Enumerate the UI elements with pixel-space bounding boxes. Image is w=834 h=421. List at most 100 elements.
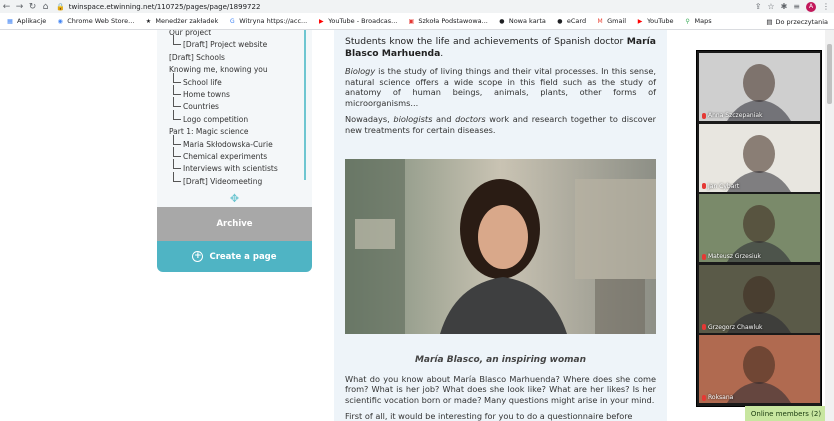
menu-dots-icon[interactable]: ⋮ [822, 2, 830, 11]
profile-avatar[interactable]: A [806, 1, 816, 12]
create-page-label: Create a page [209, 251, 277, 262]
paragraph-biology: Biology is the study of living things an… [345, 66, 656, 108]
bookmark-label: Szkoła Podstawowa... [418, 17, 488, 25]
article-lead: Students know the life and achievements … [345, 36, 656, 59]
back-arrow-icon[interactable]: ← [0, 0, 13, 13]
google-icon: G [229, 17, 235, 25]
youtube-icon: ▶ [637, 17, 643, 25]
bookmark-label: Menedżer zakładek [155, 17, 219, 25]
participant-tile[interactable]: Grzegorz Chawluk [699, 264, 820, 333]
reading-list[interactable]: ▤ Do przeczytania [766, 13, 828, 30]
bookmark-item[interactable]: ★ Menedżer zakładek [144, 17, 219, 25]
lock-icon: 🔒 [56, 2, 65, 11]
participant-name-tag: Roksana [702, 394, 733, 401]
participant-tile[interactable]: Anna Szczepaniak [699, 53, 820, 121]
tree-scrollbar[interactable] [304, 30, 306, 180]
maria-blasco-photo [345, 159, 656, 334]
pages-sidebar: Our project [Draft] Project website [Draft… [157, 30, 312, 272]
participant-tile[interactable]: Jan Cybart [699, 123, 820, 192]
participant-name-tag: Mateusz Grzesiuk [702, 253, 761, 260]
tree-item[interactable]: Logo competition [172, 109, 248, 126]
apps-grid-icon: ▦ [7, 17, 13, 25]
paragraph-nowadays: Nowadays, biologists and doctors work an… [345, 114, 656, 135]
mic-muted-icon [702, 394, 706, 401]
mic-muted-icon [702, 183, 706, 189]
bookmark-label: Maps [694, 17, 712, 25]
participant-video [727, 346, 791, 403]
bookmark-item[interactable]: ◉ Chrome Web Store... [56, 17, 135, 25]
move-handle-icon[interactable]: ✥ [157, 189, 312, 207]
archive-button[interactable]: Archive [157, 207, 312, 241]
video-call-panel: Anna Szczepaniak Jan Cybart Mateusz Grzesi… [696, 50, 822, 407]
tree-item[interactable]: Maria Skłodowska-Curie [173, 134, 273, 151]
chrome-store-icon: ◉ [57, 17, 63, 25]
plus-circle-icon: + [192, 251, 204, 262]
tree-item[interactable]: [Draft] Videomeeting [172, 171, 262, 188]
bookmark-star-icon[interactable]: ☆ [767, 2, 774, 11]
tree-item[interactable]: Countries [173, 97, 219, 113]
online-members-badge[interactable]: Online members (2) [745, 406, 827, 421]
bookmark-item[interactable]: ● eCard [556, 17, 586, 25]
bookmark-item[interactable]: ● Nowa karta [498, 17, 546, 25]
gmail-icon: M [597, 17, 603, 25]
tree-item[interactable]: Knowing me, knowing you [169, 64, 268, 76]
tree-item[interactable]: [Draft] Schools [169, 52, 225, 64]
globe-icon: ● [499, 17, 505, 25]
participant-name: Grzegorz Chawluk [708, 323, 763, 331]
media-icon[interactable]: ≡ [793, 2, 800, 11]
participant-tile[interactable]: Roksana [699, 335, 820, 403]
photo-caption: María Blasco, an inspiring woman [414, 355, 587, 365]
bookmark-label: Witryna https://acc... [239, 17, 308, 25]
bookmark-item[interactable]: ⚲ Maps [684, 17, 712, 25]
page-scrollbar[interactable] [825, 30, 834, 421]
participant-video [727, 205, 791, 262]
bookmark-item[interactable]: ▶ YouTube - Broadcas... [317, 17, 397, 25]
bookmark-item[interactable]: G Witryna https://acc... [228, 17, 307, 25]
bookmark-label: Aplikacje [17, 17, 47, 25]
page-content: Our project [Draft] Project website [Draft… [0, 30, 834, 421]
url-text: twinspace.etwinning.net/110725/pages/pag… [68, 2, 261, 11]
paragraph-questions: What do you know about María Blasco Marh… [345, 373, 656, 405]
reload-icon[interactable]: ↻ [26, 0, 39, 13]
reading-list-label: Do przeczytania [775, 17, 828, 26]
paragraph-questionnaire: First of all, it would be interesting fo… [345, 411, 633, 421]
share-icon[interactable]: ⇪ [755, 2, 762, 11]
bookmark-label: YouTube - Broadcas... [328, 17, 398, 25]
tree-item[interactable]: [Draft] Project website [172, 35, 267, 51]
bookmark-item[interactable]: ▶ YouTube [636, 17, 674, 25]
participant-name-tag: Jan Cybart [702, 183, 739, 190]
participant-tile[interactable]: Mateusz Grzesiuk [699, 194, 820, 262]
address-bar[interactable]: 🔒 twinspace.etwinning.net/110725/pages/p… [56, 1, 732, 12]
bookmark-label: eCard [566, 17, 587, 25]
bookmark-label: Nowa karta [508, 17, 546, 25]
bookmark-item[interactable]: ▦ Aplikacje [6, 17, 46, 25]
page-scroll-thumb[interactable] [827, 44, 832, 104]
tree-item[interactable]: Interviews with scientists [173, 159, 278, 175]
extensions-icon[interactable]: ✱ [781, 2, 788, 11]
home-icon[interactable]: ⌂ [39, 0, 52, 13]
bookmarks-bar: ▦ Aplikacje ◉ Chrome Web Store... ★ Menedżer … [0, 13, 834, 30]
participant-name-tag: Grzegorz Chawluk [702, 324, 762, 331]
mic-muted-icon [702, 324, 706, 330]
bookmark-label: YouTube [647, 17, 674, 25]
forward-arrow-icon[interactable]: → [13, 0, 26, 13]
bookmark-label: Gmail [607, 17, 627, 25]
participant-video [727, 275, 791, 333]
tree-item[interactable]: School life [173, 72, 222, 89]
maps-pin-icon: ⚲ [685, 17, 690, 25]
participant-name: Jan Cybart [708, 182, 740, 190]
participant-video [727, 64, 791, 121]
bookmark-item[interactable]: M Gmail [596, 17, 627, 25]
tree-item[interactable]: Home towns [173, 85, 230, 101]
participant-name: Mateusz Grzesiuk [708, 253, 761, 260]
mic-muted-icon [702, 112, 706, 119]
participant-video [727, 134, 791, 192]
bookmark-item[interactable]: ▣ Szkoła Podstawowa... [407, 17, 488, 25]
browser-toolbar: ← → ↻ ⌂ 🔒 twinspace.etwinning.net/110725… [0, 0, 834, 13]
create-page-button[interactable]: + Create a page [157, 241, 312, 272]
school-icon: ▣ [408, 17, 415, 25]
participant-name: Roksana [708, 394, 734, 401]
participant-name: Anna Szczepaniak [708, 112, 763, 119]
tree-item[interactable]: Chemical experiments [172, 147, 267, 163]
bookmark-label: Chrome Web Store... [67, 17, 135, 25]
